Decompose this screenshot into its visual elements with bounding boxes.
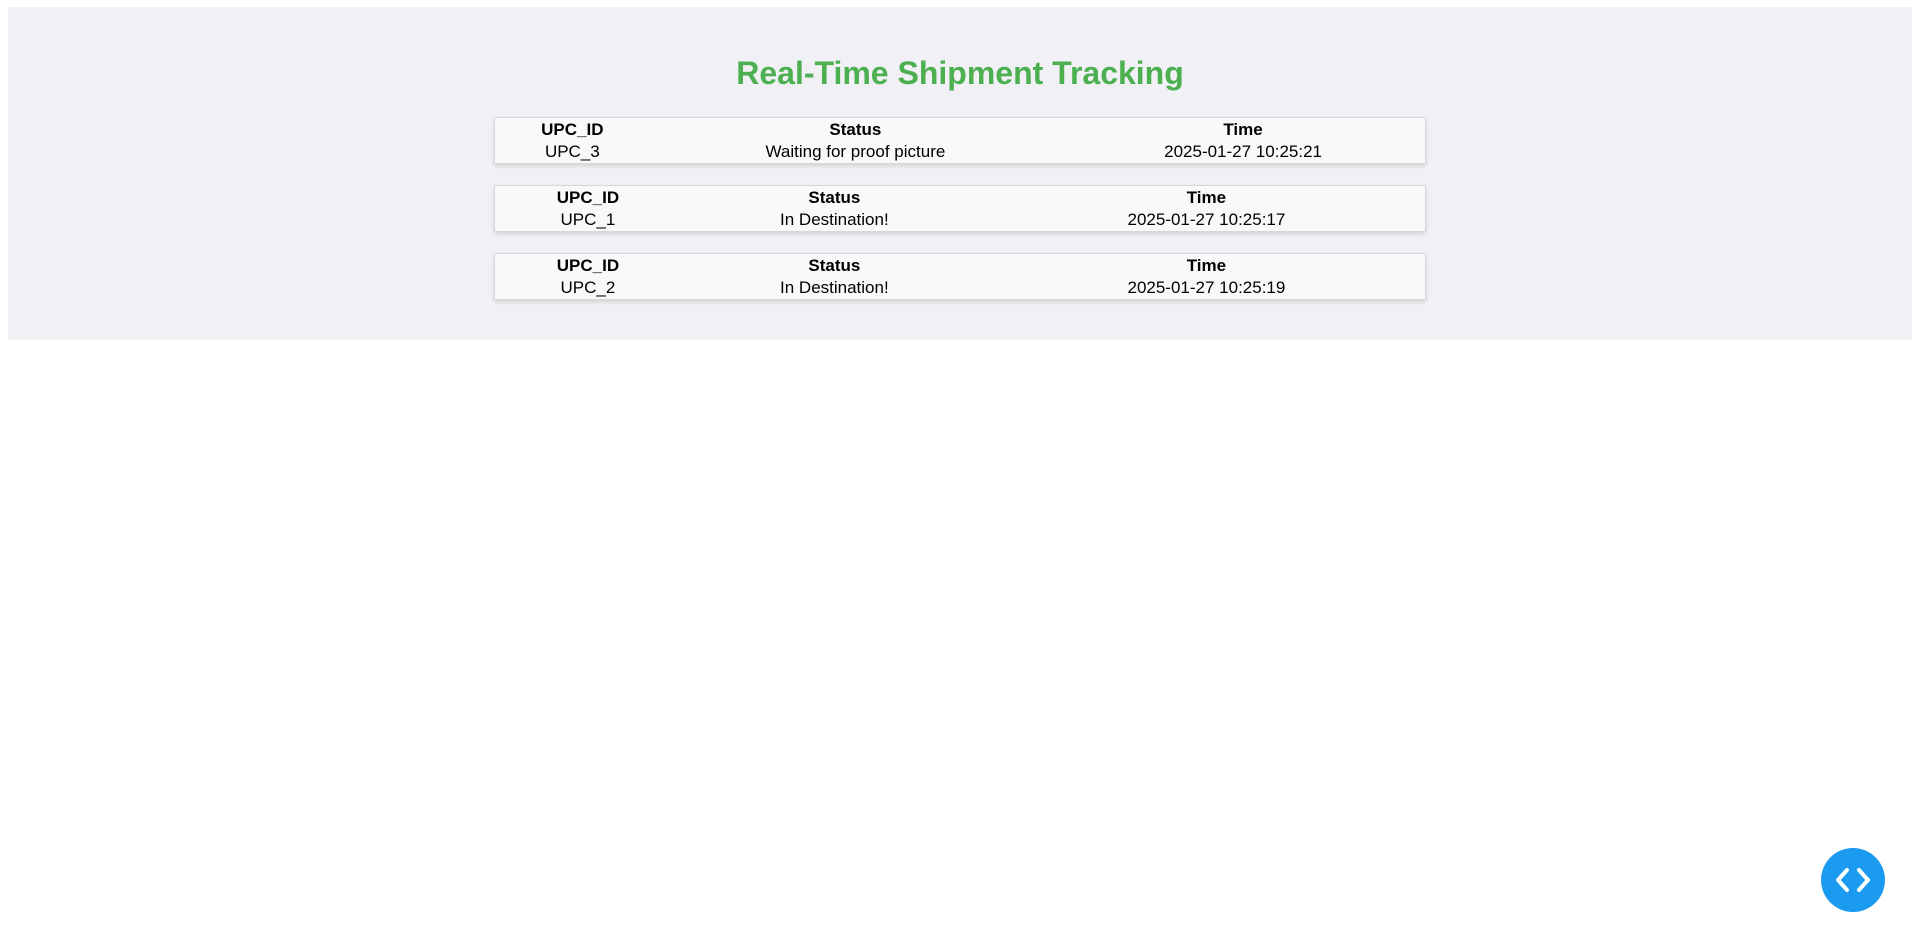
page-title: Real-Time Shipment Tracking	[736, 55, 1184, 91]
upc-id-cell: UPC_1	[560, 210, 616, 229]
status-header: Status	[829, 120, 882, 139]
status-header: Status	[808, 188, 861, 207]
shipment-table: UPC_ID Status Time UPC_2 In Destination!…	[494, 253, 1426, 300]
time-cell: 2025-01-27 10:25:21	[1164, 142, 1322, 161]
time-header: Time	[1186, 256, 1227, 275]
table-row: UPC_3 Waiting for proof picture 2025-01-…	[495, 141, 1426, 164]
time-header: Time	[1223, 120, 1263, 139]
status-cell: In Destination!	[780, 278, 889, 297]
upc-id-cell: UPC_2	[560, 278, 616, 297]
upc-id-header: UPC_ID	[556, 188, 620, 207]
upc-id-cell: UPC_3	[544, 142, 600, 161]
code-toggle-button[interactable]	[1821, 848, 1885, 912]
shipment-table: UPC_ID Status Time UPC_1 In Destination!…	[494, 185, 1426, 232]
table-header-row: UPC_ID Status Time	[495, 118, 1426, 142]
time-header: Time	[1186, 188, 1227, 207]
table-row: UPC_1 In Destination! 2025-01-27 10:25:1…	[495, 209, 1426, 232]
time-cell: 2025-01-27 10:25:19	[1127, 278, 1286, 297]
table-header-row: UPC_ID Status Time	[495, 254, 1426, 278]
status-cell: Waiting for proof picture	[765, 142, 946, 161]
time-cell: 2025-01-27 10:25:17	[1127, 210, 1286, 229]
status-cell: In Destination!	[780, 210, 889, 229]
upc-id-header: UPC_ID	[556, 256, 620, 275]
status-header: Status	[808, 256, 861, 275]
table-header-row: UPC_ID Status Time	[495, 186, 1426, 210]
shipment-table: UPC_ID Status Time UPC_3 Waiting for pro…	[494, 117, 1426, 164]
upc-id-header: UPC_ID	[541, 120, 604, 139]
code-icon	[1836, 868, 1870, 892]
table-row: UPC_2 In Destination! 2025-01-27 10:25:1…	[495, 277, 1426, 300]
